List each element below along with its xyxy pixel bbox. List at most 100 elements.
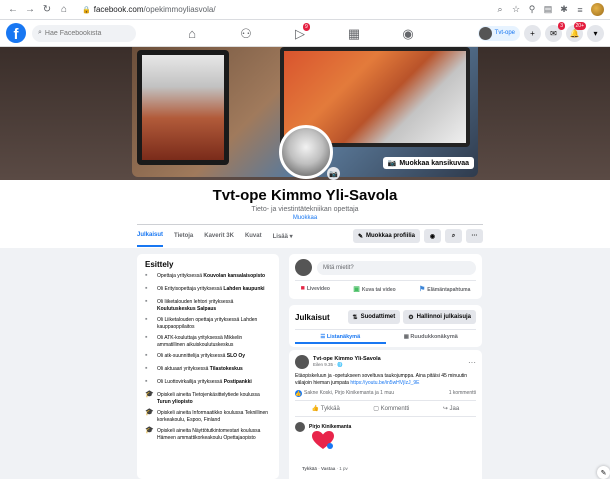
nav-friends-icon[interactable]: ⚇ bbox=[219, 20, 273, 47]
tab-more[interactable]: Lisää ▾ bbox=[273, 225, 293, 247]
life-event-button[interactable]: ⚑ Elämäntapahtuma bbox=[419, 285, 470, 293]
comment-like-link[interactable]: Tykkää bbox=[302, 466, 317, 471]
camera-icon: 📷 bbox=[387, 160, 397, 167]
intro-item: ▪ Oli Erityisopettaja yrityksessä Lahden … bbox=[145, 285, 265, 292]
photo-video-button[interactable]: ▣ Kuva tai video bbox=[353, 285, 396, 293]
post-timestamp[interactable]: Eilen 9.35 · 🌐 bbox=[313, 362, 381, 368]
notifications-bell-icon[interactable]: 🔔 20+ bbox=[566, 21, 586, 42]
posts-title: Julkaisut bbox=[295, 312, 330, 322]
watch-badge: 9 bbox=[303, 23, 310, 31]
address-bar[interactable]: 🔒 facebook.com /opekimmoyliasvola/ bbox=[78, 3, 328, 17]
profile-picture[interactable] bbox=[279, 125, 333, 179]
forward-icon[interactable]: → bbox=[23, 3, 37, 17]
comment-time: 1 pv bbox=[339, 466, 348, 471]
share-button[interactable]: ↪ Jaa bbox=[443, 405, 459, 412]
post-actions: 👍 Tykkää ▢ Kommentti ↪ Jaa bbox=[295, 401, 476, 417]
post-likes[interactable]: Sakne Koski, Pirjo Kinikemanta ja 1 muu bbox=[304, 390, 394, 397]
more-options-icon[interactable]: ··· bbox=[466, 229, 483, 243]
manage-posts-button[interactable]: ⚙ Hallinnoi julkaisuja bbox=[403, 310, 476, 324]
avatar bbox=[295, 259, 312, 276]
intro-item: ▪ Oli atk-suunnittelija yrityksessä SLO O… bbox=[145, 352, 246, 359]
edit-cover-label: Muokkaa kansikuvaa bbox=[399, 159, 469, 167]
post-stats: 👍 Sakne Koski, Pirjo Kinikemanta ja 1 mu… bbox=[295, 390, 476, 401]
briefcase-icon: ▪ bbox=[145, 316, 148, 323]
reading-list-icon[interactable]: ≡ bbox=[575, 5, 585, 15]
post-card: Tvt-ope Kimmo Yli-Savola Eilen 9.35 · 🌐 … bbox=[289, 350, 482, 479]
post-comment-count[interactable]: 1 kommentti bbox=[449, 390, 476, 397]
live-video-button[interactable]: ■ Livevideo bbox=[301, 285, 330, 293]
briefcase-icon: ▪ bbox=[145, 378, 148, 385]
facebook-logo[interactable]: f bbox=[6, 23, 26, 43]
page-title: Tvt-ope Kimmo Yli-Savola bbox=[212, 187, 398, 204]
share-icon: ↪ bbox=[442, 406, 450, 412]
url-path: /opekimmoyliasvola/ bbox=[143, 5, 216, 14]
nav-marketplace-icon[interactable]: ▦ bbox=[327, 20, 381, 47]
messenger-icon[interactable]: ✉ 3 bbox=[545, 21, 565, 42]
profile-shortcut[interactable]: Tvt-ope bbox=[477, 25, 520, 41]
tab-friends[interactable]: Kaverit 3K bbox=[204, 225, 234, 247]
flag-icon: ⚑ bbox=[419, 286, 426, 293]
composer-input[interactable]: Mitä mietit? bbox=[317, 260, 476, 275]
browser-toolbar: ← → ↻ ⌂ 🔒 facebook.com /opekimmoyliasvol… bbox=[0, 0, 610, 20]
comment-reply-link[interactable]: Vastaa bbox=[321, 466, 335, 471]
like-button[interactable]: 👍 Tykkää bbox=[312, 405, 340, 412]
reload-icon[interactable]: ↻ bbox=[40, 3, 54, 17]
intro-item: 🎓 Opiskeli aineita Informaatikko koulussa… bbox=[145, 409, 269, 423]
extension-icon-2[interactable]: ▤ bbox=[543, 4, 553, 15]
puzzle-icon[interactable]: ✱ bbox=[559, 4, 569, 15]
bookmark-star-icon[interactable]: ☆ bbox=[511, 4, 521, 15]
intro-item: ▪ Oli ATK-kouluttaja yrityksessä Mikkelin… bbox=[145, 334, 243, 348]
camera-icon[interactable]: 📷 bbox=[327, 167, 340, 180]
post-link[interactable]: https://youtu.be/in5wHVjIzJ_9E bbox=[350, 380, 419, 386]
comment-icon: ▢ bbox=[373, 406, 381, 412]
view-as-eye-icon[interactable]: ◉ bbox=[424, 229, 441, 243]
url-host: facebook.com bbox=[93, 5, 144, 14]
search-icon[interactable]: ⌕ bbox=[445, 229, 462, 243]
intro-item: 🎓 Opiskeli aineita Näyttötutkintomestari … bbox=[145, 427, 261, 441]
intro-item: ▪ Oli liiketalouden lehtori yrityksessä K… bbox=[145, 298, 234, 312]
nav-watch-icon[interactable]: ▷ 9 bbox=[273, 20, 327, 47]
intro-item: ▪ Opettaja yrityksessä Kouvolan kansalais… bbox=[145, 272, 266, 279]
intro-card: Esittely ▪ Opettaja yrityksessä Kouvolan … bbox=[137, 254, 279, 479]
edit-profile-button[interactable]: ✎ Muokkaa profiilia bbox=[352, 229, 420, 243]
briefcase-icon: ▪ bbox=[145, 334, 148, 341]
comment-button[interactable]: ▢ Kommentti bbox=[373, 405, 409, 412]
edit-cover-button[interactable]: 📷 Muokkaa kansikuvaa bbox=[382, 157, 474, 169]
edit-profile-label: Muokkaa profiilia bbox=[365, 233, 415, 239]
extension-icon[interactable]: ⚲ bbox=[527, 4, 537, 15]
intro-item: ▪ Oli Liiketalouden opettaja yrityksessä … bbox=[145, 316, 258, 330]
briefcase-icon: ▪ bbox=[145, 352, 148, 359]
profile-tabs: Julkaisut Tietoja Kaverit 3K Kuvat Lisää… bbox=[137, 225, 483, 247]
nav-gaming-icon[interactable]: ◉ bbox=[381, 20, 435, 47]
intro-item: ▪ Oli Luottovirkailija yrityksessä Postip… bbox=[145, 378, 252, 385]
photo-icon: ▣ bbox=[353, 286, 360, 293]
edit-bio-link[interactable]: Muokkaa bbox=[0, 215, 610, 221]
filters-button[interactable]: ⇅ Suodattimet bbox=[347, 310, 401, 324]
nav-home-icon[interactable]: ⌂ bbox=[165, 20, 219, 47]
briefcase-icon: ▪ bbox=[145, 298, 148, 305]
avatar[interactable] bbox=[295, 422, 305, 432]
post-more-icon[interactable]: ··· bbox=[468, 358, 476, 367]
cover-tablet-image bbox=[137, 50, 229, 165]
list-view-tab[interactable]: ☰ Listanäkymä bbox=[295, 330, 386, 344]
tab-photos[interactable]: Kuvat bbox=[245, 225, 262, 247]
avatar[interactable] bbox=[295, 355, 309, 369]
lock-icon: 🔒 bbox=[82, 6, 91, 14]
notifications-badge: 20+ bbox=[573, 21, 586, 30]
thumbs-up-icon: 👍 bbox=[311, 406, 321, 412]
graduation-cap-icon: 🎓 bbox=[145, 409, 154, 416]
browser-profile-avatar[interactable] bbox=[591, 3, 604, 16]
heart-sticker-icon bbox=[312, 431, 334, 449]
search-box[interactable]: ⌕ bbox=[32, 24, 136, 42]
home-icon[interactable]: ⌂ bbox=[57, 3, 71, 17]
account-menu-chevron-icon[interactable]: ▾ bbox=[587, 24, 604, 42]
new-message-pencil-icon[interactable]: ✎ bbox=[597, 466, 610, 479]
search-input[interactable] bbox=[44, 29, 125, 37]
graduation-cap-icon: 🎓 bbox=[145, 391, 154, 398]
zoom-icon[interactable]: ⌕ bbox=[495, 4, 505, 15]
tab-posts[interactable]: Julkaisut bbox=[137, 225, 164, 247]
back-icon[interactable]: ← bbox=[6, 3, 20, 17]
grid-view-tab[interactable]: ▦ Ruudukkonäkymä bbox=[386, 330, 477, 344]
create-plus-icon[interactable]: + bbox=[524, 24, 541, 42]
tab-about[interactable]: Tietoja bbox=[174, 225, 193, 247]
